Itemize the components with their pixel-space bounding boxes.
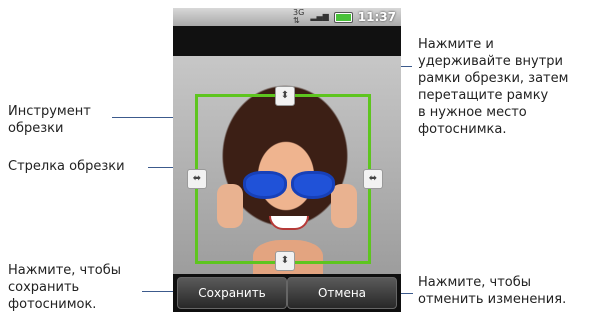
battery-icon: [334, 12, 352, 22]
crop-handle-left[interactable]: ⬌: [187, 169, 207, 189]
callout-cancel: Нажмите, чтобы отменить изменения.: [418, 274, 566, 308]
status-bar: 3G ⇅ ▂▄▆ 11:37: [173, 8, 401, 26]
callout-hold-drag-line2: удерживайте внутри: [418, 54, 563, 69]
callout-crop-tool-line2: обрезки: [8, 121, 64, 136]
callout-crop-arrow: Стрелка обрезки: [8, 158, 125, 175]
phone-screen: 3G ⇅ ▂▄▆ 11:37 ⬍ ⬍ ⬌ ⬌ Сохранить Отмена: [173, 8, 401, 312]
callout-hold-drag-line5: в нужное место: [418, 105, 527, 120]
crop-handle-right[interactable]: ⬌: [363, 169, 383, 189]
callout-hold-drag-line1: Нажмите и: [418, 37, 494, 52]
callout-hold-drag: Нажмите и удерживайте внутри рамки обрез…: [418, 36, 568, 138]
save-button[interactable]: Сохранить: [177, 277, 287, 309]
data-3g-icon: 3G ⇅: [293, 8, 305, 25]
callout-hold-drag-line4: перетащите рамку: [418, 88, 549, 103]
callout-crop-arrow-text: Стрелка обрезки: [8, 159, 125, 174]
cancel-button[interactable]: Отмена: [287, 277, 397, 309]
crop-frame[interactable]: ⬍ ⬍ ⬌ ⬌: [187, 86, 383, 271]
callout-hold-drag-line6: фотоснимка.: [418, 122, 507, 137]
callout-save: Нажмите, чтобы сохранить фотоснимок.: [8, 262, 121, 313]
callout-cancel-line1: Нажмите, чтобы: [418, 275, 532, 290]
callout-save-line1: Нажмите, чтобы: [8, 263, 122, 278]
crop-handle-top[interactable]: ⬍: [275, 86, 295, 106]
photo-canvas[interactable]: ⬍ ⬍ ⬌ ⬌: [173, 56, 401, 280]
crop-handle-bottom[interactable]: ⬍: [275, 251, 295, 271]
callout-crop-tool-line1: Инструмент: [8, 104, 91, 119]
signal-icon: ▂▄▆: [310, 12, 329, 21]
bottom-action-bar: Сохранить Отмена: [173, 274, 401, 312]
callout-save-line3: фотоснимок.: [8, 297, 97, 312]
callout-cancel-line2: отменить изменения.: [418, 292, 567, 307]
callout-save-line2: сохранить: [8, 280, 80, 295]
callout-hold-drag-line3: рамки обрезки, затем: [418, 71, 569, 86]
callout-crop-tool: Инструмент обрезки: [8, 103, 91, 137]
clock: 11:37: [357, 10, 396, 24]
